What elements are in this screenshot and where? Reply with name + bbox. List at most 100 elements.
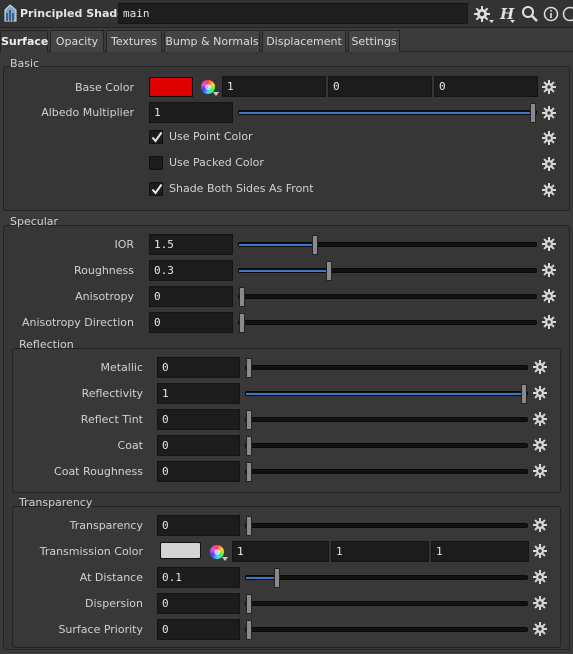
parameter-gear-icon[interactable] (542, 315, 556, 329)
parameter-gear-icon[interactable] (542, 289, 556, 303)
slider-handle[interactable] (239, 313, 245, 333)
transmission-color-label: Transmission Color (39, 545, 143, 558)
coat-field[interactable]: 0 (157, 435, 240, 456)
slider-handle[interactable] (530, 103, 536, 123)
dispersion-field[interactable]: 0 (157, 593, 240, 614)
base-color-r-field[interactable]: 1 (222, 76, 326, 97)
at-distance-label: At Distance (79, 571, 143, 584)
parameter-editor: Principled Shader main H Surface Opacity… (0, 0, 573, 654)
transparency-section-title: Transparency (19, 496, 93, 509)
slider-handle[interactable] (274, 568, 280, 588)
metallic-slider[interactable] (245, 358, 528, 378)
parameter-gear-icon[interactable] (542, 183, 556, 197)
reflectivity-field[interactable]: 1 (157, 383, 240, 404)
tab-bump-normals[interactable]: Bump & Normals (164, 30, 260, 52)
albedo-multiplier-field[interactable]: 1 (149, 102, 233, 123)
parameter-gear-icon[interactable] (542, 157, 556, 171)
help-h-icon[interactable]: H (497, 4, 517, 24)
roughness-field[interactable]: 0.3 (149, 260, 233, 281)
parameter-gear-icon[interactable] (533, 386, 547, 400)
parameter-gear-icon[interactable] (542, 131, 556, 145)
surface-priority-slider[interactable] (245, 620, 528, 640)
slider-handle[interactable] (246, 594, 252, 614)
base-color-swatch[interactable] (149, 77, 193, 97)
parameter-gear-icon[interactable] (533, 596, 547, 610)
coat-slider[interactable] (245, 436, 528, 456)
ior-field[interactable]: 1.5 (149, 234, 233, 255)
transparency-field[interactable]: 0 (157, 515, 240, 536)
anisotropy-direction-field[interactable]: 0 (149, 312, 233, 333)
slider-handle[interactable] (521, 384, 527, 404)
slider-handle[interactable] (246, 620, 252, 640)
parameter-gear-icon[interactable] (533, 570, 547, 584)
parameter-gear-icon[interactable] (533, 464, 547, 478)
slider-handle[interactable] (246, 516, 252, 536)
specular-section-title: Specular (10, 215, 59, 228)
ior-label: IOR (114, 238, 134, 251)
color-dropdown-icon[interactable] (222, 557, 228, 561)
anisotropy-direction-slider[interactable] (238, 313, 537, 333)
slider-handle[interactable] (246, 436, 252, 456)
reflect-tint-field[interactable]: 0 (157, 409, 240, 430)
roughness-slider[interactable] (238, 261, 537, 281)
info-icon[interactable] (543, 4, 559, 24)
base-color-g-field[interactable]: 0 (328, 76, 432, 97)
parameter-gear-icon[interactable] (533, 544, 547, 558)
parameter-gear-icon[interactable] (533, 412, 547, 426)
slider-handle[interactable] (246, 462, 252, 482)
slider-handle[interactable] (246, 358, 252, 378)
metallic-field[interactable]: 0 (157, 357, 240, 378)
transmission-color-b-field[interactable]: 1 (431, 541, 529, 562)
use-packed-color-label: Use Packed Color (169, 156, 264, 169)
transmission-color-swatch[interactable] (160, 542, 201, 559)
slider-handle[interactable] (326, 261, 332, 281)
use-packed-color-checkbox[interactable] (149, 156, 163, 170)
parameter-gear-icon[interactable] (533, 622, 547, 636)
surface-priority-field[interactable]: 0 (157, 619, 240, 640)
parameter-gear-icon[interactable] (533, 360, 547, 374)
parameter-gear-icon[interactable] (542, 263, 556, 277)
tab-surface[interactable]: Surface (0, 30, 48, 53)
gear-menu-icon[interactable] (473, 4, 495, 24)
transparency-slider[interactable] (245, 516, 528, 536)
shade-both-sides-checkbox[interactable] (149, 182, 163, 196)
slider-handle[interactable] (239, 287, 245, 307)
base-color-b-field[interactable]: 0 (434, 76, 538, 97)
tab-bar: Surface Opacity Textures Bump & Normals … (0, 30, 573, 53)
color-dropdown-icon[interactable] (213, 92, 219, 96)
coat-roughness-field[interactable]: 0 (157, 461, 240, 482)
parameter-gear-icon[interactable] (542, 106, 556, 120)
transparency-label: Transparency (69, 519, 143, 532)
transmission-color-g-field[interactable]: 1 (331, 541, 429, 562)
node-name-field[interactable]: main (118, 3, 468, 24)
dispersion-label: Dispersion (84, 597, 143, 610)
parameter-gear-icon[interactable] (533, 438, 547, 452)
reflect-tint-slider[interactable] (245, 410, 528, 430)
ior-slider[interactable] (238, 235, 537, 255)
base-color-label: Base Color (74, 81, 134, 94)
albedo-multiplier-slider[interactable] (238, 103, 537, 123)
reflection-section-title: Reflection (19, 338, 74, 351)
at-distance-slider[interactable] (245, 568, 528, 588)
search-icon[interactable] (521, 4, 539, 24)
at-distance-field[interactable]: 0.1 (157, 567, 240, 588)
help-question-icon[interactable] (561, 4, 573, 24)
anisotropy-field[interactable]: 0 (149, 286, 233, 307)
parameter-gear-icon[interactable] (542, 237, 556, 251)
tab-displacement[interactable]: Displacement (262, 30, 346, 52)
reflectivity-label: Reflectivity (81, 387, 143, 400)
transmission-color-r-field[interactable]: 1 (232, 541, 329, 562)
slider-handle[interactable] (246, 410, 252, 430)
tab-settings[interactable]: Settings (348, 30, 400, 52)
tab-opacity[interactable]: Opacity (50, 30, 104, 52)
slider-handle[interactable] (312, 235, 318, 255)
anisotropy-slider[interactable] (238, 287, 537, 307)
tab-textures[interactable]: Textures (106, 30, 162, 52)
dispersion-slider[interactable] (245, 594, 528, 614)
coat-roughness-slider[interactable] (245, 462, 528, 482)
parameter-gear-icon[interactable] (533, 518, 547, 532)
coat-roughness-label: Coat Roughness (54, 465, 143, 478)
use-point-color-checkbox[interactable] (149, 130, 163, 144)
parameter-gear-icon[interactable] (542, 80, 556, 94)
reflectivity-slider[interactable] (245, 384, 528, 404)
